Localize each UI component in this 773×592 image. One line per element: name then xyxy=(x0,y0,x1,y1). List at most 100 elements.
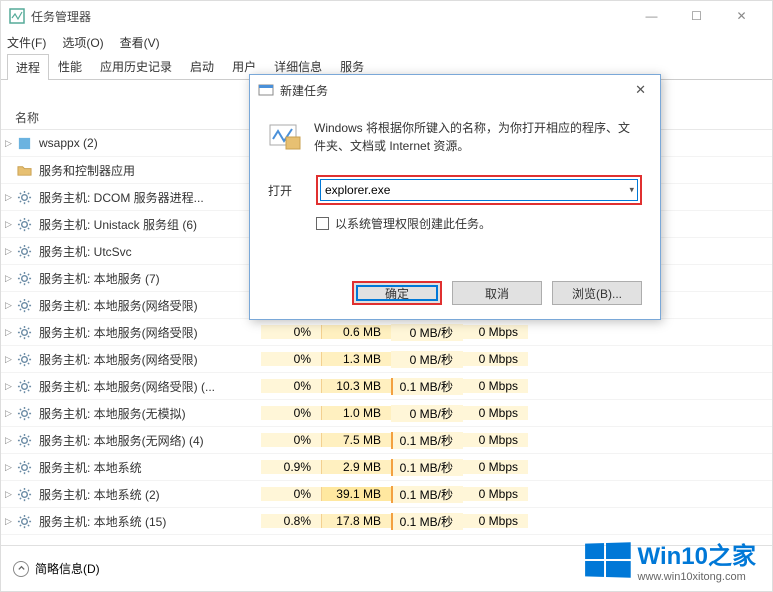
tab-app-history[interactable]: 应用历史记录 xyxy=(91,53,181,79)
watermark: Win10之家 www.win10xitong.com xyxy=(584,536,756,583)
disk-cell: 0 MB/秒 xyxy=(391,405,463,422)
process-name: wsappx (2) xyxy=(39,136,261,150)
process-name: 服务主机: 本地服务(网络受限) (... xyxy=(39,378,261,395)
cpu-cell: 0% xyxy=(261,406,321,420)
process-name: 服务主机: 本地服务(网络受限) xyxy=(39,297,261,314)
open-input-highlight: ▾ xyxy=(316,175,642,205)
dialog-close-button[interactable]: ✕ xyxy=(629,80,652,100)
fewer-details-label[interactable]: 简略信息(D) xyxy=(35,560,100,577)
process-name: 服务主机: 本地系统 xyxy=(39,459,261,476)
table-row[interactable]: ▷服务主机: 本地服务(网络受限)0%1.3 MB0 MB/秒0 Mbps xyxy=(1,346,772,373)
cpu-cell: 0.9% xyxy=(261,460,321,474)
table-row[interactable]: ▷ 服务主机: 本地系统 (2)0%39.1 MB0.1 MB/秒0 Mbps xyxy=(1,481,772,508)
expand-icon[interactable]: ▷ xyxy=(1,354,15,365)
tab-processes[interactable]: 进程 xyxy=(7,54,49,80)
window-titlebar: 任务管理器 — ☐ ✕ xyxy=(1,1,772,31)
gear-icon xyxy=(15,189,33,205)
run-dialog-icon xyxy=(258,82,274,98)
windows-logo-icon xyxy=(585,542,631,577)
new-task-dialog: 新建任务 ✕ Windows 将根据你所键入的名称，为你打开相应的程序、文件夹、… xyxy=(249,74,661,320)
process-name: 服务主机: 本地服务(网络受限) xyxy=(39,324,261,341)
close-button[interactable]: ✕ xyxy=(719,1,764,31)
maximize-button[interactable]: ☐ xyxy=(674,1,719,31)
run-app-icon xyxy=(268,119,302,153)
network-cell: 0 Mbps xyxy=(463,325,528,339)
expand-icon[interactable]: ▷ xyxy=(1,192,15,203)
admin-checkbox-label: 以系统管理权限创建此任务。 xyxy=(335,215,491,232)
minimize-button[interactable]: — xyxy=(629,1,674,31)
process-name: 服务主机: Unistack 服务组 (6) xyxy=(39,216,261,233)
table-row[interactable]: ▷服务主机: 本地服务(无模拟)0%1.0 MB0 MB/秒0 Mbps xyxy=(1,400,772,427)
disk-cell: 0.1 MB/秒 xyxy=(391,459,463,476)
expand-icon[interactable]: ▷ xyxy=(1,327,15,338)
menu-view[interactable]: 查看(V) xyxy=(120,34,160,51)
process-name: 服务主机: 本地服务(网络受限) xyxy=(39,351,261,368)
cpu-cell: 0.8% xyxy=(261,514,321,528)
column-name: 名称 xyxy=(15,109,39,126)
expand-icon[interactable]: ▷ xyxy=(1,381,15,392)
table-row[interactable]: ▷服务主机: 本地服务(无网络) (4)0%7.5 MB0.1 MB/秒0 Mb… xyxy=(1,427,772,454)
network-cell: 0 Mbps xyxy=(463,487,528,501)
table-row[interactable]: ▷服务主机: 本地系统 (15)0.8%17.8 MB0.1 MB/秒0 Mbp… xyxy=(1,508,772,535)
ok-button[interactable]: 确定 xyxy=(352,281,442,305)
tab-startup[interactable]: 启动 xyxy=(181,53,223,79)
gear-icon xyxy=(15,324,33,340)
dropdown-icon[interactable]: ▾ xyxy=(629,185,634,196)
window-title: 任务管理器 xyxy=(31,8,629,25)
table-row[interactable]: ▷服务主机: 本地服务(网络受限) (...0%10.3 MB0.1 MB/秒0… xyxy=(1,373,772,400)
memory-cell: 17.8 MB xyxy=(321,514,391,528)
process-name: 服务主机: 本地服务(无网络) (4) xyxy=(39,432,261,449)
network-cell: 0 Mbps xyxy=(463,406,528,420)
disk-cell: 0.1 MB/秒 xyxy=(391,486,463,503)
expand-icon[interactable]: ▷ xyxy=(1,489,15,500)
memory-cell: 39.1 MB xyxy=(321,487,391,501)
gear-icon xyxy=(15,405,33,421)
disk-cell: 0.1 MB/秒 xyxy=(391,378,463,395)
expand-icon[interactable]: ▷ xyxy=(1,300,15,311)
network-cell: 0 Mbps xyxy=(463,514,528,528)
expand-icon[interactable]: ▷ xyxy=(1,219,15,230)
memory-cell: 1.3 MB xyxy=(321,352,391,366)
menu-options[interactable]: 选项(O) xyxy=(62,34,103,51)
process-name: 服务主机: 本地系统 (2) xyxy=(39,486,261,503)
task-manager-icon xyxy=(9,8,25,24)
expand-icon[interactable]: ▷ xyxy=(1,435,15,446)
dialog-titlebar[interactable]: 新建任务 ✕ xyxy=(250,75,660,105)
gear-icon xyxy=(15,297,33,313)
expand-icon[interactable]: ▷ xyxy=(1,462,15,473)
disk-cell: 0.1 MB/秒 xyxy=(391,432,463,449)
expand-icon[interactable]: ▷ xyxy=(1,273,15,284)
cpu-cell: 0% xyxy=(261,379,321,393)
process-name: 服务主机: DCOM 服务器进程... xyxy=(39,189,261,206)
expand-icon[interactable]: ▷ xyxy=(1,516,15,527)
network-cell: 0 Mbps xyxy=(463,352,528,366)
memory-cell: 0.6 MB xyxy=(321,325,391,339)
tab-performance[interactable]: 性能 xyxy=(49,53,91,79)
process-name: 服务主机: 本地服务 (7) xyxy=(39,270,261,287)
expand-icon[interactable]: ▷ xyxy=(1,246,15,257)
watermark-brand: Win10 xyxy=(638,543,708,570)
cpu-cell: 0% xyxy=(261,325,321,339)
menu-file[interactable]: 文件(F) xyxy=(7,34,46,51)
cpu-cell: 0% xyxy=(261,487,321,501)
cancel-button[interactable]: 取消 xyxy=(452,281,542,305)
gear-icon xyxy=(15,216,33,232)
network-cell: 0 Mbps xyxy=(463,433,528,447)
dialog-title: 新建任务 xyxy=(280,82,629,99)
fewer-details-icon[interactable] xyxy=(13,561,29,577)
table-row[interactable]: ▷服务主机: 本地系统0.9%2.9 MB0.1 MB/秒0 Mbps xyxy=(1,454,772,481)
open-input[interactable] xyxy=(320,179,638,201)
memory-cell: 1.0 MB xyxy=(321,406,391,420)
expand-icon[interactable]: ▷ xyxy=(1,408,15,419)
gear-icon xyxy=(15,270,33,286)
gear-icon xyxy=(15,432,33,448)
gear-icon xyxy=(15,459,33,475)
table-row[interactable]: ▷ 服务主机: 本地服务(网络受限)0%0.6 MB0 MB/秒0 Mbps xyxy=(1,319,772,346)
dialog-description: Windows 将根据你所键入的名称，为你打开相应的程序、文件夹、文档或 Int… xyxy=(268,119,642,155)
disk-cell: 0 MB/秒 xyxy=(391,324,463,341)
disk-cell: 0 MB/秒 xyxy=(391,351,463,368)
browse-button[interactable]: 浏览(B)... xyxy=(552,281,642,305)
admin-checkbox[interactable] xyxy=(316,217,329,230)
gear-icon xyxy=(15,513,33,529)
expand-icon[interactable]: ▷ xyxy=(1,138,15,149)
